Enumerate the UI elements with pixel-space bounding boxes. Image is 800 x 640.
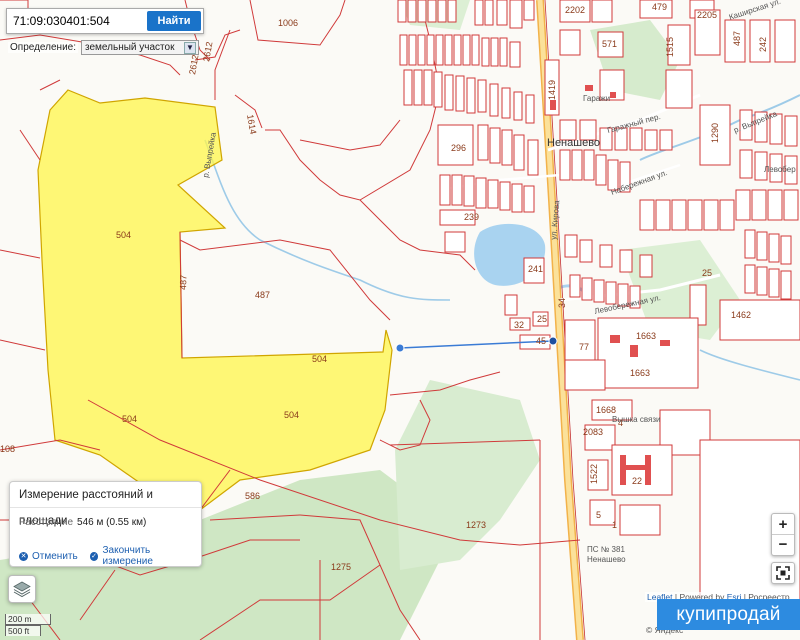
- definition-selected: земельный участок: [85, 42, 175, 53]
- zoom-in-button[interactable]: +: [772, 514, 794, 534]
- definition-row: Определение: земельный участок ▼: [8, 40, 200, 55]
- plot-label: 487: [255, 290, 270, 300]
- plot-label: 296: [451, 143, 466, 153]
- plot-label: 1522: [589, 464, 599, 484]
- plot-label: 2205: [697, 10, 717, 20]
- plot-label: 1663: [630, 368, 650, 378]
- measure-end-point[interactable]: [548, 336, 558, 346]
- street-label: Гаражи: [583, 94, 610, 103]
- street-label: Левобер: [764, 165, 796, 174]
- scale-imperial: 500 ft: [5, 625, 41, 636]
- measure-start-point[interactable]: [395, 343, 405, 353]
- plot-label: 1462: [731, 310, 751, 320]
- search-input[interactable]: [7, 9, 147, 33]
- definition-select[interactable]: земельный участок ▼: [81, 40, 200, 55]
- poi-label: Вышка связи: [612, 415, 660, 424]
- measure-panel: Измерение расстояний и площади Расстояни…: [9, 481, 202, 567]
- plot-label: 504: [116, 230, 131, 240]
- plot-label: 242: [758, 37, 768, 52]
- plot-label: 479: [652, 2, 667, 12]
- plot-label: 1290: [710, 123, 720, 143]
- plot-label: 1006: [278, 18, 298, 28]
- fullscreen-button[interactable]: [771, 562, 795, 584]
- plot-label: 34: [557, 298, 567, 308]
- plot-label: 1668: [596, 405, 616, 415]
- plot-label: 1275: [331, 562, 351, 572]
- zoom-control: + −: [771, 513, 795, 556]
- scale-metric: 200 m: [5, 614, 51, 625]
- plot-label: 504: [284, 410, 299, 420]
- plot-label: 487: [178, 275, 189, 290]
- plot-label: 487: [732, 31, 742, 46]
- plot-label: 25: [537, 314, 547, 324]
- layers-button[interactable]: [8, 575, 36, 603]
- plot-label: 586: [245, 491, 260, 501]
- plot-label: 2083: [583, 427, 603, 437]
- plot-label: 5: [596, 510, 601, 520]
- plot-label: 1: [612, 520, 617, 530]
- plot-label: 1515: [665, 37, 675, 57]
- cancel-measure-button[interactable]: ✕ Отменить: [19, 545, 78, 567]
- poi-label: ПС № 381: [587, 545, 625, 554]
- plot-label: 571: [602, 39, 617, 49]
- definition-label: Определение:: [8, 42, 79, 53]
- cadastral-search: Найти: [6, 8, 204, 34]
- distance-value: 546 м (0.55 км): [77, 517, 147, 528]
- fullscreen-icon: [776, 566, 790, 580]
- plot-label: 1663: [636, 331, 656, 341]
- poi-label: Ненашево: [587, 555, 626, 564]
- check-icon: ✓: [89, 551, 99, 561]
- close-icon: ✕: [19, 551, 28, 561]
- plot-label: 32: [514, 320, 524, 330]
- plot-label: 504: [312, 354, 327, 364]
- plot-label: 25: [702, 268, 712, 278]
- zoom-out-button[interactable]: −: [772, 534, 794, 554]
- plot-label: 22: [632, 476, 642, 486]
- town-label: Ненашево: [547, 137, 600, 149]
- plot-label: 45: [536, 336, 546, 346]
- plot-label: 504: [122, 414, 137, 424]
- search-button[interactable]: Найти: [147, 11, 201, 31]
- plot-label: 1419: [547, 80, 557, 100]
- plot-label: 239: [464, 212, 479, 222]
- measure-title: Измерение расстояний и площади: [10, 482, 201, 527]
- layers-icon: [13, 581, 31, 598]
- distance-label: Расстояние: [19, 517, 74, 528]
- finish-label: Закончить измерение: [102, 545, 153, 567]
- cancel-label: Отменить: [32, 550, 78, 562]
- plot-label: 1273: [466, 520, 486, 530]
- watermark-logo: купипродай: [657, 599, 800, 630]
- plot-label: 108: [0, 444, 15, 454]
- plot-label: 2202: [565, 5, 585, 15]
- plot-label: 77: [579, 342, 589, 352]
- chevron-down-icon: ▼: [184, 41, 197, 54]
- finish-measure-button[interactable]: ✓ Закончить измерение: [89, 545, 201, 567]
- scale-bar: 200 m 500 ft: [5, 614, 51, 636]
- plot-label: 241: [528, 264, 543, 274]
